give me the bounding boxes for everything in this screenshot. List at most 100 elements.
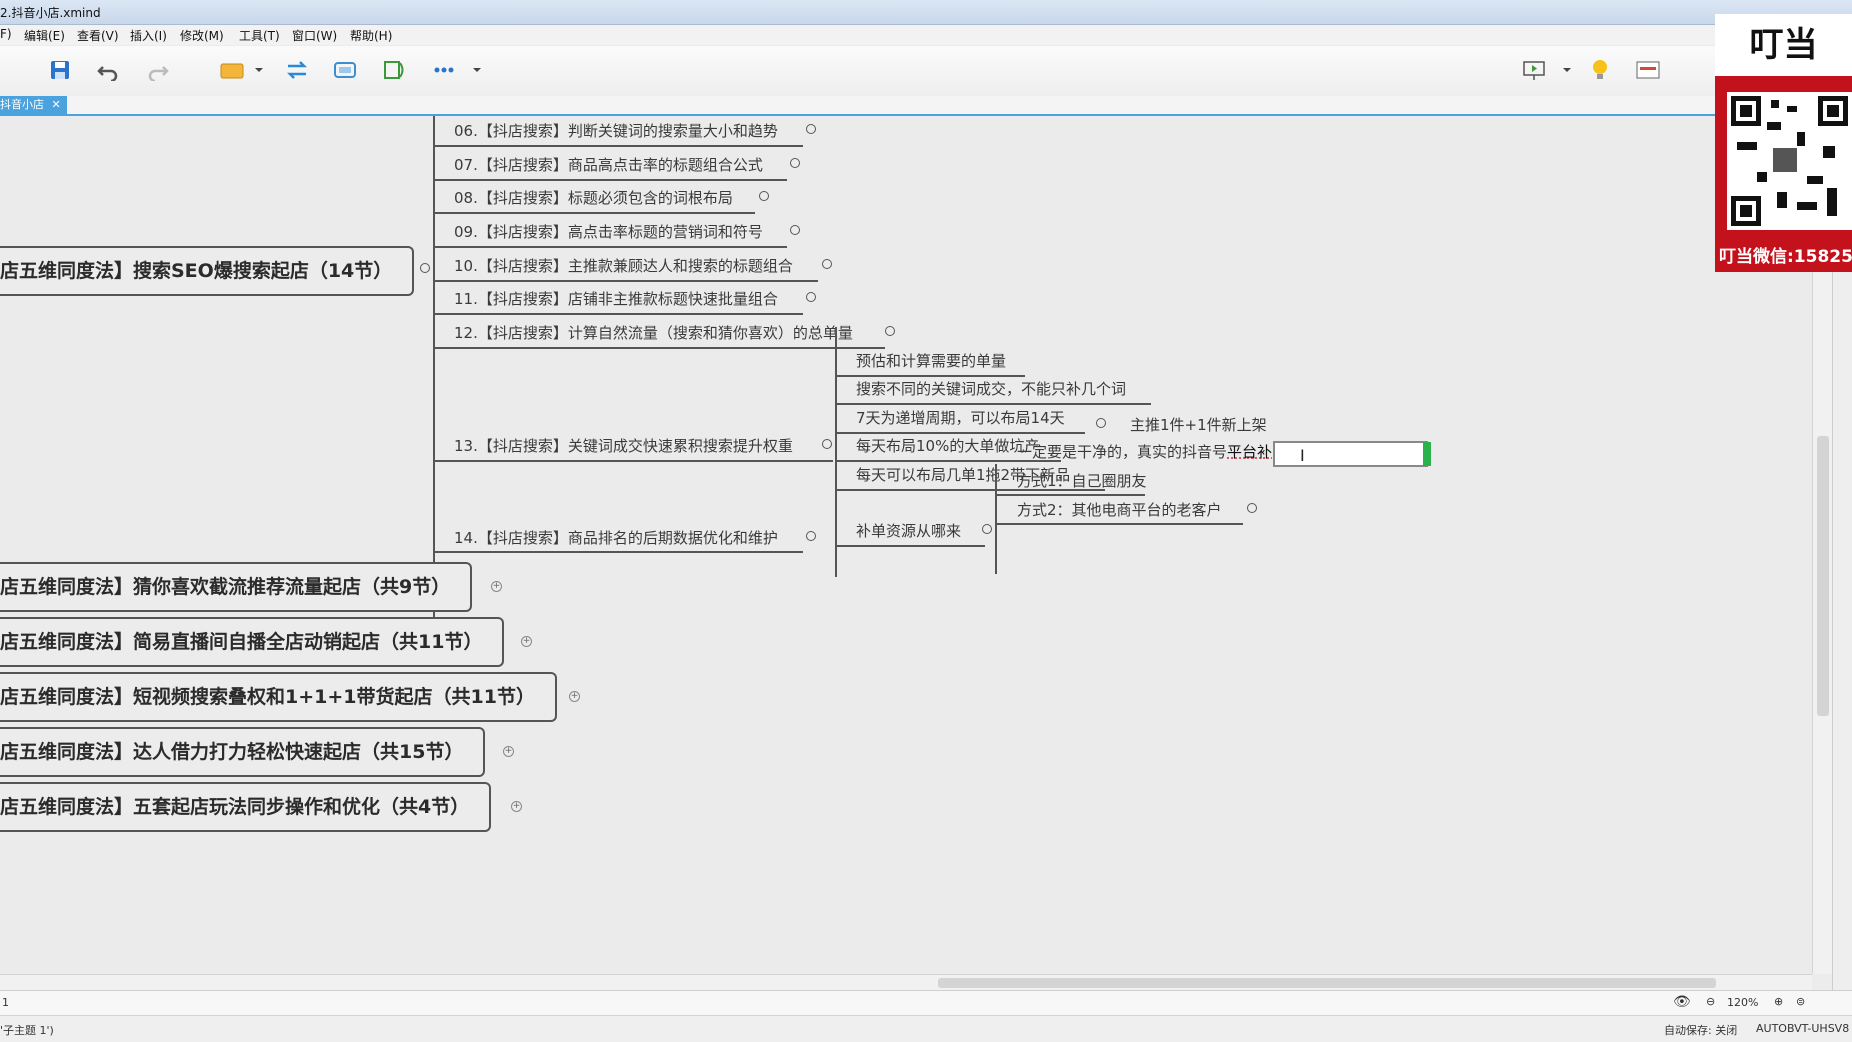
status-left-number: 1 (2, 996, 9, 1009)
close-icon[interactable]: ✕ (52, 98, 61, 111)
main-topic-1[interactable]: 店五维同度法】搜索SEO爆搜索起店（14节） (0, 246, 415, 296)
menu-view[interactable]: 查看(V) (77, 27, 119, 44)
topic-10[interactable]: 10.【抖店搜索】主推款兼顾达人和搜索的标题组合 (454, 255, 793, 276)
zoom-out-icon[interactable]: ⊖ (1706, 995, 1715, 1008)
toolbar (0, 46, 1852, 97)
outline-view-icon[interactable] (1634, 56, 1662, 84)
topic-underline (433, 347, 885, 349)
expand-plus-icon[interactable]: + (569, 691, 580, 702)
promo-caption: 叮当微信:15825 (1719, 247, 1852, 267)
chevron-down-icon[interactable] (252, 56, 266, 84)
main-topic-4[interactable]: 店五维同度法】短视频搜索叠权和1+1+1带货起店（共11节） (0, 672, 557, 722)
subtopic-13-f1[interactable]: 一定要是干净的，真实的抖音号平台补 (1017, 441, 1272, 462)
presentation-icon[interactable] (1520, 56, 1548, 84)
mindmap-canvas[interactable]: 06.【抖店搜索】判断关键词的搜索量大小和趋势 07.【抖店搜索】商品高点击率的… (0, 116, 1812, 974)
qr-code-icon (1727, 92, 1852, 230)
zoom-level[interactable]: 120% (1727, 996, 1758, 1009)
fit-view-icon[interactable]: ⊜ (1796, 995, 1805, 1008)
menu-insert[interactable]: 插入(I) (130, 27, 167, 44)
app-status-bar: '子主题 1') 自动保存: 关闭 AUTOBVT-UHSV8 (0, 1015, 1852, 1042)
topic-07[interactable]: 07.【抖店搜索】商品高点击率的标题组合公式 (454, 154, 763, 175)
menu-edit[interactable]: 编辑(E) (24, 27, 65, 44)
branch-spine-13 (835, 327, 837, 577)
status-user: AUTOBVT-UHSV8 (1756, 1022, 1850, 1035)
more-icon[interactable] (430, 56, 458, 84)
lightbulb-icon[interactable] (1586, 56, 1614, 84)
eye-icon[interactable]: 👁 (1673, 994, 1691, 1010)
subtopic-13-f3[interactable]: 方式2：其他电商平台的老客户 (1017, 499, 1222, 520)
expand-circle-icon[interactable] (790, 158, 800, 168)
subtopic-13-f[interactable]: 补单资源从哪来 (856, 520, 961, 541)
topic-11[interactable]: 11.【抖店搜索】店铺非主推款标题快速批量组合 (454, 288, 778, 309)
subtopic-13-f1-text: 一定要是干净的，真实的抖音号 (1017, 443, 1228, 461)
topic-icon[interactable] (218, 56, 246, 84)
topic-13[interactable]: 13.【抖店搜索】关键词成交快速累积搜索提升权重 (454, 435, 793, 456)
vertical-scroll-thumb[interactable] (1817, 436, 1829, 716)
menu-window[interactable]: 窗口(W) (292, 27, 337, 44)
main-topic-5[interactable]: 店五维同度法】达人借力打力轻松快速起店（共15节） (0, 727, 486, 777)
window-title: 2.抖音小店.xmind (0, 6, 101, 20)
collapse-circle-icon[interactable] (982, 524, 992, 534)
expand-circle-icon[interactable] (1247, 503, 1257, 513)
horizontal-scroll-thumb[interactable] (938, 978, 1716, 988)
collapse-circle-icon[interactable] (1096, 418, 1106, 428)
topic-12[interactable]: 12.【抖店搜索】计算自然流量（搜索和猜你喜欢）的总单量 (454, 322, 853, 343)
chevron-down-icon[interactable] (1560, 56, 1574, 84)
undo-icon[interactable] (94, 56, 122, 84)
menu-modify[interactable]: 修改(M) (180, 27, 224, 44)
zoom-in-icon[interactable]: ⊕ (1774, 995, 1783, 1008)
status-autosave[interactable]: 自动保存: 关闭 (1664, 1022, 1737, 1038)
expand-plus-icon[interactable]: + (491, 581, 502, 592)
topic-underline (433, 179, 787, 181)
main-topic-6[interactable]: 店五维同度法】五套起店玩法同步操作和优化（共4节） (0, 782, 492, 832)
subtopic-13-f2[interactable]: 方式1：自己圈朋友 (1017, 470, 1147, 491)
topic-08[interactable]: 08.【抖店搜索】标题必须包含的词根布局 (454, 187, 733, 208)
topic-underline (433, 145, 803, 147)
expand-plus-icon[interactable]: + (521, 636, 532, 647)
expand-circle-icon[interactable] (822, 259, 832, 269)
menu-file[interactable]: F) (0, 27, 12, 41)
redo-icon[interactable] (144, 56, 172, 84)
save-icon[interactable] (46, 56, 74, 84)
topic-09[interactable]: 09.【抖店搜索】高点击率标题的营销词和符号 (454, 221, 763, 242)
expand-circle-icon[interactable] (759, 191, 769, 201)
text-cursor-icon: I (1300, 446, 1305, 465)
expand-circle-icon[interactable] (806, 531, 816, 541)
collapse-circle-icon[interactable] (822, 439, 832, 449)
boundary-icon[interactable] (331, 56, 359, 84)
branch-spine-f (995, 464, 997, 574)
expand-plus-icon[interactable]: + (503, 746, 514, 757)
expand-plus-icon[interactable]: + (511, 801, 522, 812)
tab-label: 抖音小店 (0, 98, 44, 111)
summary-icon[interactable] (381, 56, 409, 84)
subtopic-13-d[interactable]: 每天布局10%的大单做坑产 (856, 435, 1039, 456)
topic-underline (433, 280, 818, 282)
menu-tools[interactable]: 工具(T) (239, 27, 280, 44)
topic-underline (835, 375, 1025, 377)
topic-06[interactable]: 06.【抖店搜索】判断关键词的搜索量大小和趋势 (454, 120, 778, 141)
chevron-down-icon[interactable] (470, 56, 484, 84)
main-topic-3[interactable]: 店五维同度法】简易直播间自播全店动销起店（共11节） (0, 617, 505, 667)
topic-underline (835, 403, 1151, 405)
subtopic-13-b[interactable]: 搜索不同的关键词成交，不能只补几个词 (856, 378, 1126, 399)
subtopic-13-c[interactable]: 7天为递增周期，可以布局14天 (856, 407, 1065, 428)
subtopic-13-f1-edit[interactable]: 平台补 (1227, 443, 1272, 461)
collapse-circle-icon[interactable] (420, 263, 430, 273)
subtopic-13-e-child[interactable]: 主推1件+1件新上架 (1130, 414, 1267, 435)
subtopic-13-a[interactable]: 预估和计算需要的单量 (856, 350, 1006, 371)
menu-help[interactable]: 帮助(H) (350, 27, 392, 44)
expand-circle-icon[interactable] (806, 292, 816, 302)
expand-circle-icon[interactable] (790, 225, 800, 235)
topic-14[interactable]: 14.【抖店搜索】商品排名的后期数据优化和维护 (454, 527, 778, 548)
topic-underline (995, 494, 1145, 496)
expand-circle-icon[interactable] (806, 124, 816, 134)
editor-tab-bar: 抖音小店 ✕ (0, 96, 1852, 116)
tab-document[interactable]: 抖音小店 ✕ (0, 96, 67, 114)
topic-edit-box[interactable] (1273, 441, 1428, 467)
main-topic-2[interactable]: 店五维同度法】猜你喜欢截流推荐流量起店（共9节） (0, 562, 473, 612)
topic-underline (995, 523, 1243, 525)
relationship-icon[interactable] (283, 56, 311, 84)
expand-circle-icon[interactable] (885, 326, 895, 336)
canvas-status-bar: 1 👁 ⊖ 120% ⊕ ⊜ (0, 990, 1852, 1015)
horizontal-scrollbar[interactable] (0, 974, 1812, 991)
